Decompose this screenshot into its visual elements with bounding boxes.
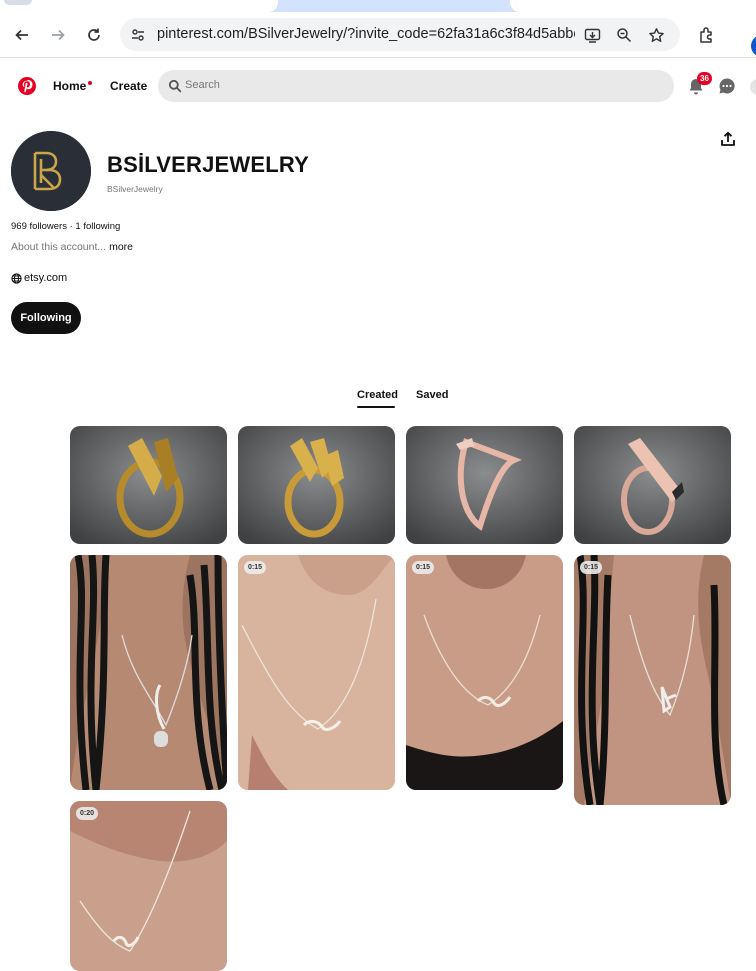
tab-created[interactable]: Created: [357, 389, 398, 401]
back-button[interactable]: [10, 23, 34, 47]
video-duration-badge: 0:15: [412, 561, 435, 574]
nav-home-label: Home: [53, 79, 87, 93]
profile-name: BSİLVERJEWELRY: [107, 152, 310, 177]
pin-image-gold-initials-ring: [238, 426, 395, 544]
site-info-icon[interactable]: [128, 25, 148, 45]
search-placeholder: Search: [185, 79, 220, 91]
notification-count-badge: 36: [697, 72, 712, 85]
pin-image-name-necklace: [406, 555, 563, 790]
nav-create[interactable]: Create: [110, 79, 147, 93]
pinterest-logo-icon[interactable]: [18, 77, 36, 95]
browser-profile-avatar[interactable]: [751, 35, 756, 57]
pin-image-name-necklace-close: [70, 801, 227, 971]
browser-tab-active[interactable]: [0, 0, 278, 12]
pinterest-header: Home Create Search 36: [0, 59, 756, 115]
bookmark-star-icon[interactable]: [646, 25, 666, 45]
search-icon: [168, 79, 182, 93]
pin-card[interactable]: [70, 426, 227, 544]
pin-card[interactable]: 0:15: [238, 555, 395, 790]
browser-tab-strip: [0, 0, 756, 12]
forward-button[interactable]: [46, 23, 70, 47]
nav-home[interactable]: Home: [53, 79, 93, 93]
globe-icon: [11, 272, 22, 284]
user-avatar[interactable]: [750, 79, 756, 95]
pin-image-necklace-braids-initials: [574, 555, 731, 805]
messages-icon[interactable]: [717, 76, 737, 96]
pin-card[interactable]: [406, 426, 563, 544]
profile-avatar: [11, 131, 91, 211]
reload-icon: [88, 28, 100, 41]
pin-image-rose-ring: [406, 426, 563, 544]
url-host: pinterest.com: [157, 26, 245, 42]
pin-image-gold-ring: [70, 426, 227, 544]
url-text[interactable]: pinterest.com/BSilverJewelry/?invite_cod…: [157, 26, 575, 42]
new-activity-dot: [88, 81, 93, 85]
pin-image-name-necklace: [238, 555, 395, 790]
profile-handle: BSilverJewelry: [107, 184, 163, 194]
pin-card[interactable]: [238, 426, 395, 544]
pin-card[interactable]: 0:15: [406, 555, 563, 790]
video-duration-badge: 0:15: [580, 561, 603, 574]
following-button[interactable]: Following: [11, 302, 81, 334]
website-label: etsy.com: [24, 272, 68, 284]
tab-saved[interactable]: Saved: [416, 389, 448, 401]
pin-card[interactable]: [574, 426, 731, 544]
active-tab-indicator: [357, 406, 395, 408]
share-icon[interactable]: [719, 131, 737, 147]
about-more-link[interactable]: more: [109, 241, 133, 253]
follower-stats[interactable]: 969 followers · 1 following: [11, 221, 120, 232]
pin-card[interactable]: 0:20: [70, 801, 227, 971]
pin-image-necklace-braids: [70, 555, 227, 790]
brand-logo-b: [11, 131, 91, 211]
search-bar[interactable]: Search: [158, 70, 674, 102]
browser-toolbar: pinterest.com/BSilverJewelry/?invite_cod…: [0, 12, 756, 58]
extensions-icon[interactable]: [695, 23, 719, 47]
video-duration-badge: 0:20: [76, 807, 99, 820]
forward-arrow-icon: [52, 29, 65, 41]
reload-button[interactable]: [82, 23, 106, 47]
address-bar[interactable]: pinterest.com/BSilverJewelry/?invite_cod…: [120, 18, 680, 51]
browser-tab[interactable]: [510, 0, 756, 12]
url-path: /BSilverJewelry/?invite_code=62fa31a6c3f…: [244, 26, 575, 42]
video-duration-badge: 0:15: [244, 561, 267, 574]
about-text: About this account...: [11, 241, 107, 253]
tab-edge: [4, 0, 32, 5]
pin-card[interactable]: [70, 555, 227, 790]
pin-image-rose-bar-ring: [574, 426, 731, 544]
website-link[interactable]: etsy.com: [11, 272, 67, 284]
back-arrow-icon: [15, 29, 28, 41]
install-app-icon[interactable]: [582, 25, 602, 45]
about-account: About this account... more: [11, 241, 133, 253]
zoom-icon[interactable]: [614, 25, 634, 45]
pin-card[interactable]: 0:15: [574, 555, 731, 805]
